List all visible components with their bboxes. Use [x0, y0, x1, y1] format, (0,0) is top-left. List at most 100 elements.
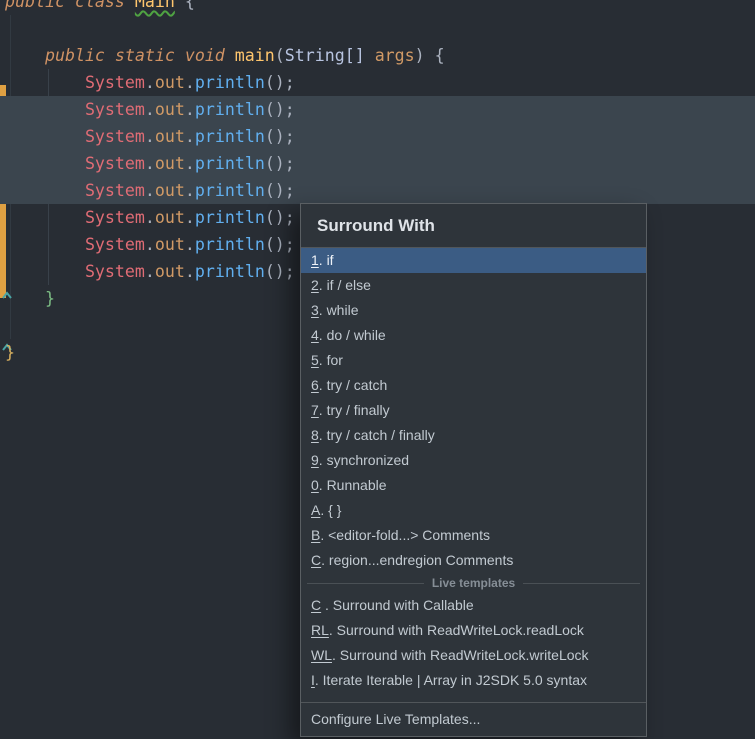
option-label: . do / while	[319, 327, 386, 343]
option-mnemonic: WL	[311, 647, 332, 663]
code-token: println	[195, 154, 265, 173]
surround-option[interactable]: 7. try / finally	[301, 398, 646, 423]
code-token: }	[45, 289, 55, 308]
surround-option[interactable]: 2. if / else	[301, 273, 646, 298]
code-token: out	[155, 181, 185, 200]
code-token: ();	[265, 208, 295, 227]
option-label: . try / catch	[319, 377, 387, 393]
surround-option[interactable]: 6. try / catch	[301, 373, 646, 398]
code-line[interactable]: public class Main {	[0, 0, 755, 15]
code-token: {	[175, 0, 195, 11]
code-token	[5, 289, 45, 308]
code-token: String[]	[285, 46, 375, 65]
surround-options-list: 1. if2. if / else3. while4. do / while5.…	[301, 248, 646, 573]
code-token: out	[155, 208, 185, 227]
surround-option[interactable]: 0. Runnable	[301, 473, 646, 498]
code-token	[5, 181, 85, 200]
code-token: .	[145, 127, 155, 146]
option-mnemonic: RL	[311, 622, 329, 638]
code-line[interactable]: public static void main(String[] args) {	[0, 42, 755, 69]
code-token	[5, 262, 85, 281]
code-token: println	[195, 235, 265, 254]
option-label: . <editor-fold...> Comments	[320, 527, 490, 543]
option-label: . try / finally	[319, 402, 390, 418]
code-token: ) {	[415, 46, 445, 65]
code-token: .	[185, 208, 195, 227]
code-token	[5, 208, 85, 227]
ide-window: public class Main { public static void m…	[0, 0, 755, 739]
code-token: out	[155, 73, 185, 92]
option-mnemonic: 0	[311, 477, 319, 493]
code-token: .	[145, 181, 155, 200]
code-token: Main	[135, 0, 175, 11]
configure-live-templates-link[interactable]: Configure Live Templates...	[301, 702, 646, 736]
code-token: System	[85, 181, 145, 200]
code-token	[5, 154, 85, 173]
code-token: println	[195, 73, 265, 92]
code-token: .	[145, 154, 155, 173]
option-label: . synchronized	[319, 452, 409, 468]
popup-title: Surround With	[301, 204, 646, 248]
code-token: public static void	[45, 46, 235, 65]
option-mnemonic: 3	[311, 302, 319, 318]
code-token: println	[195, 208, 265, 227]
live-templates-list: C . Surround with CallableRL. Surround w…	[301, 593, 646, 693]
surround-option[interactable]: RL. Surround with ReadWriteLock.readLock	[301, 618, 646, 643]
code-line[interactable]: System.out.println();	[0, 96, 755, 123]
surround-option[interactable]: I. Iterate Iterable | Array in J2SDK 5.0…	[301, 668, 646, 693]
surround-option[interactable]: 9. synchronized	[301, 448, 646, 473]
separator-line	[307, 583, 424, 584]
code-line[interactable]: System.out.println();	[0, 150, 755, 177]
code-line[interactable]	[0, 15, 755, 42]
code-line[interactable]: System.out.println();	[0, 177, 755, 204]
code-token	[5, 235, 85, 254]
option-mnemonic: 8	[311, 427, 319, 443]
code-token: (	[275, 46, 285, 65]
code-token: ();	[265, 73, 295, 92]
option-mnemonic: 9	[311, 452, 319, 468]
surround-option[interactable]: 3. while	[301, 298, 646, 323]
code-token	[5, 46, 45, 65]
option-label: . if	[319, 252, 334, 268]
surround-option[interactable]: C . Surround with Callable	[301, 593, 646, 618]
surround-with-popup: Surround With 1. if2. if / else3. while4…	[300, 203, 647, 737]
code-token: args	[375, 46, 415, 65]
code-line[interactable]: System.out.println();	[0, 69, 755, 96]
live-templates-separator: Live templates	[301, 573, 646, 593]
code-token: .	[185, 154, 195, 173]
surround-option[interactable]: C. region...endregion Comments	[301, 548, 646, 573]
option-mnemonic: 5	[311, 352, 319, 368]
option-mnemonic: 6	[311, 377, 319, 393]
surround-option[interactable]: A. { }	[301, 498, 646, 523]
code-token: System	[85, 208, 145, 227]
surround-option[interactable]: B. <editor-fold...> Comments	[301, 523, 646, 548]
option-label: . Surround with ReadWriteLock.writeLock	[332, 647, 589, 663]
separator-label: Live templates	[432, 576, 515, 590]
code-token: ();	[265, 100, 295, 119]
code-token: out	[155, 154, 185, 173]
code-token: out	[155, 127, 185, 146]
code-token: public class	[5, 0, 135, 11]
code-token	[5, 100, 85, 119]
code-token: .	[145, 73, 155, 92]
option-label: . Iterate Iterable | Array in J2SDK 5.0 …	[315, 672, 587, 688]
code-token: System	[85, 154, 145, 173]
option-mnemonic: 1	[311, 252, 319, 268]
code-token: .	[185, 100, 195, 119]
option-label: . Surround with Callable	[321, 597, 474, 613]
code-token: System	[85, 262, 145, 281]
option-label: . region...endregion Comments	[321, 552, 513, 568]
surround-option[interactable]: 1. if	[301, 248, 646, 273]
surround-option[interactable]: 4. do / while	[301, 323, 646, 348]
option-mnemonic: C	[311, 552, 321, 568]
code-token: .	[185, 235, 195, 254]
code-line[interactable]: System.out.println();	[0, 123, 755, 150]
code-token: out	[155, 235, 185, 254]
code-token: .	[145, 262, 155, 281]
code-token: }	[5, 343, 15, 362]
surround-option[interactable]: 5. for	[301, 348, 646, 373]
code-token: main	[235, 46, 275, 65]
surround-option[interactable]: 8. try / catch / finally	[301, 423, 646, 448]
code-token: ();	[265, 127, 295, 146]
surround-option[interactable]: WL. Surround with ReadWriteLock.writeLoc…	[301, 643, 646, 668]
